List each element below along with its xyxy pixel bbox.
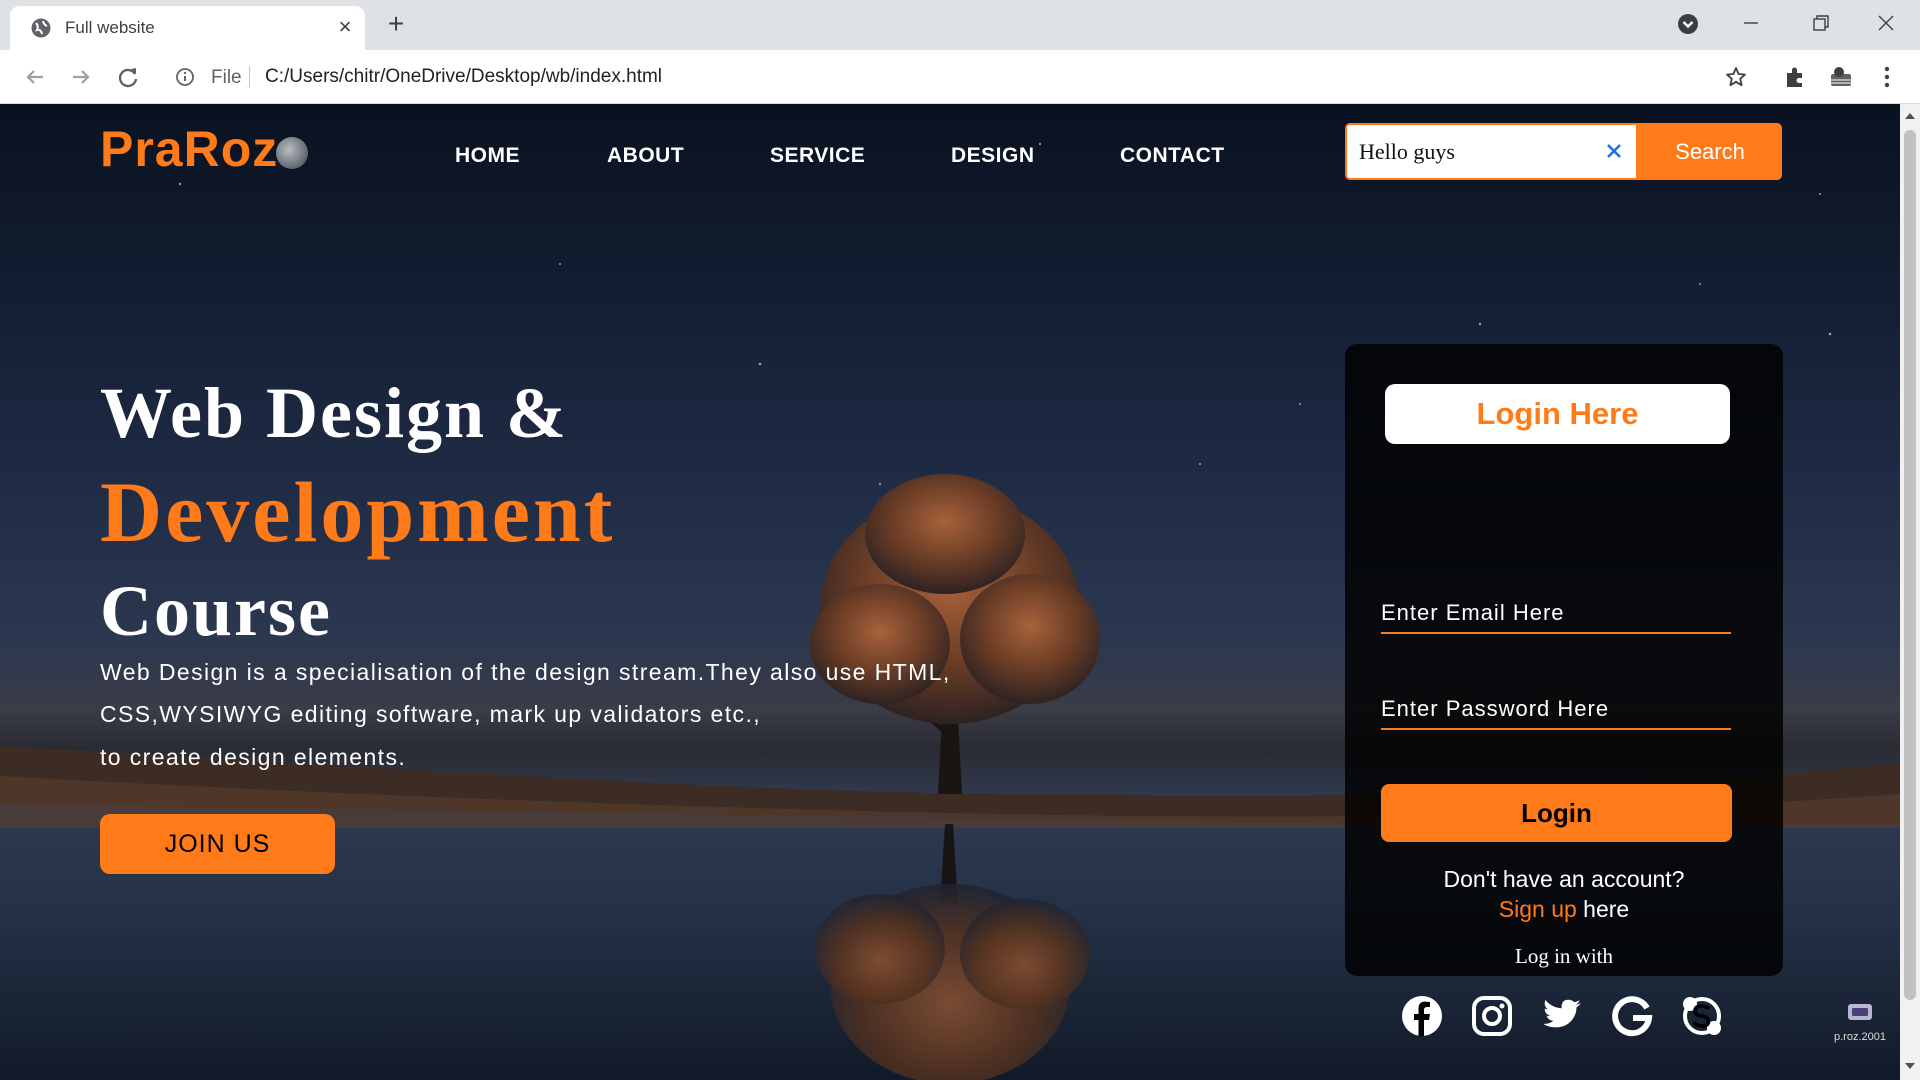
minimize-icon[interactable] [1728,4,1774,42]
signup-link[interactable]: Sign up [1499,896,1577,922]
tab-title: Full website [65,18,155,37]
extensions-puzzle-icon[interactable] [1782,64,1808,90]
kebab-menu-icon[interactable] [1874,64,1900,90]
tab-search-icon[interactable] [1676,12,1700,36]
site-logo[interactable]: PraRoz [100,120,278,178]
watermark-logo-icon [1848,1004,1872,1020]
login-card-title: Login Here [1385,384,1730,444]
page-viewport: PraRoz HOME ABOUT SERVICE DESIGN CONTACT… [0,104,1900,1080]
new-tab-icon[interactable]: + [380,10,412,40]
skype-icon[interactable] [1680,994,1724,1038]
forward-arrow-icon[interactable] [66,62,96,92]
back-arrow-icon[interactable] [20,62,50,92]
signup-line: Sign up here [1345,896,1783,923]
login-with-label: Log in with [1515,944,1613,968]
nav-contact[interactable]: CONTACT [1120,144,1225,168]
profile-avatar-icon[interactable] [1828,64,1854,90]
nav-design[interactable]: DESIGN [951,144,1035,168]
hero-title-line3: Course [100,571,332,651]
hero-title-line1: Web Design & [100,373,569,453]
scroll-down-arrow-icon[interactable] [1904,1060,1916,1072]
browser-tabstrip: Full website × + [0,0,1920,50]
password-field[interactable] [1381,690,1731,730]
browser-toolbar: File C:/Users/chitr/OneDrive/Desktop/wb/… [0,50,1920,104]
address-url[interactable]: C:/Users/chitr/OneDrive/Desktop/wb/index… [265,66,662,88]
address-scheme: File [211,67,242,88]
google-icon[interactable] [1610,994,1654,1038]
login-card: Login Here Login Don't have an account? … [1345,344,1783,1037]
join-us-button[interactable]: JOIN US [100,814,335,874]
address-bar[interactable]: File C:/Users/chitr/OneDrive/Desktop/wb/… [165,57,1755,97]
search-input[interactable] [1359,135,1589,169]
address-divider [249,66,250,88]
restore-icon[interactable] [1797,4,1843,42]
no-account-text: Don't have an account? [1443,866,1685,892]
hero-description-line3: to create design elements. [100,744,407,770]
scroll-up-arrow-icon[interactable] [1904,110,1916,122]
channel-watermark: p.roz.2001 [1830,999,1890,1049]
page-scrollbar[interactable] [1900,104,1920,1080]
hero-description-line1: Web Design is a specialisation of the de… [100,659,951,685]
watermark-text: p.roz.2001 [1834,1031,1886,1043]
hero-title-line2: Development [100,464,616,560]
nav-about[interactable]: ABOUT [607,144,684,168]
nav-home[interactable]: HOME [455,144,520,168]
scroll-thumb[interactable] [1904,130,1916,1000]
info-icon[interactable] [175,67,195,87]
hero-description-line2: CSS,WYSIWYG editing software, mark up va… [100,701,762,727]
search-button[interactable]: Search [1638,123,1782,180]
twitter-icon[interactable] [1540,994,1584,1038]
browser-tab[interactable]: Full website × [10,6,365,50]
close-window-icon[interactable] [1863,4,1909,42]
reload-icon[interactable] [113,62,143,92]
search-box [1345,123,1638,180]
globe-icon [31,18,51,38]
bookmark-star-icon[interactable] [1725,66,1747,88]
nav-service[interactable]: SERVICE [770,144,865,168]
clear-search-icon[interactable] [1601,138,1627,164]
email-field[interactable] [1381,594,1731,634]
facebook-icon[interactable] [1400,994,1444,1038]
moon-icon [276,137,308,169]
instagram-icon[interactable] [1470,994,1514,1038]
login-button[interactable]: Login [1381,784,1732,842]
tab-close-icon[interactable]: × [332,14,358,40]
signup-suffix: here [1576,896,1630,922]
